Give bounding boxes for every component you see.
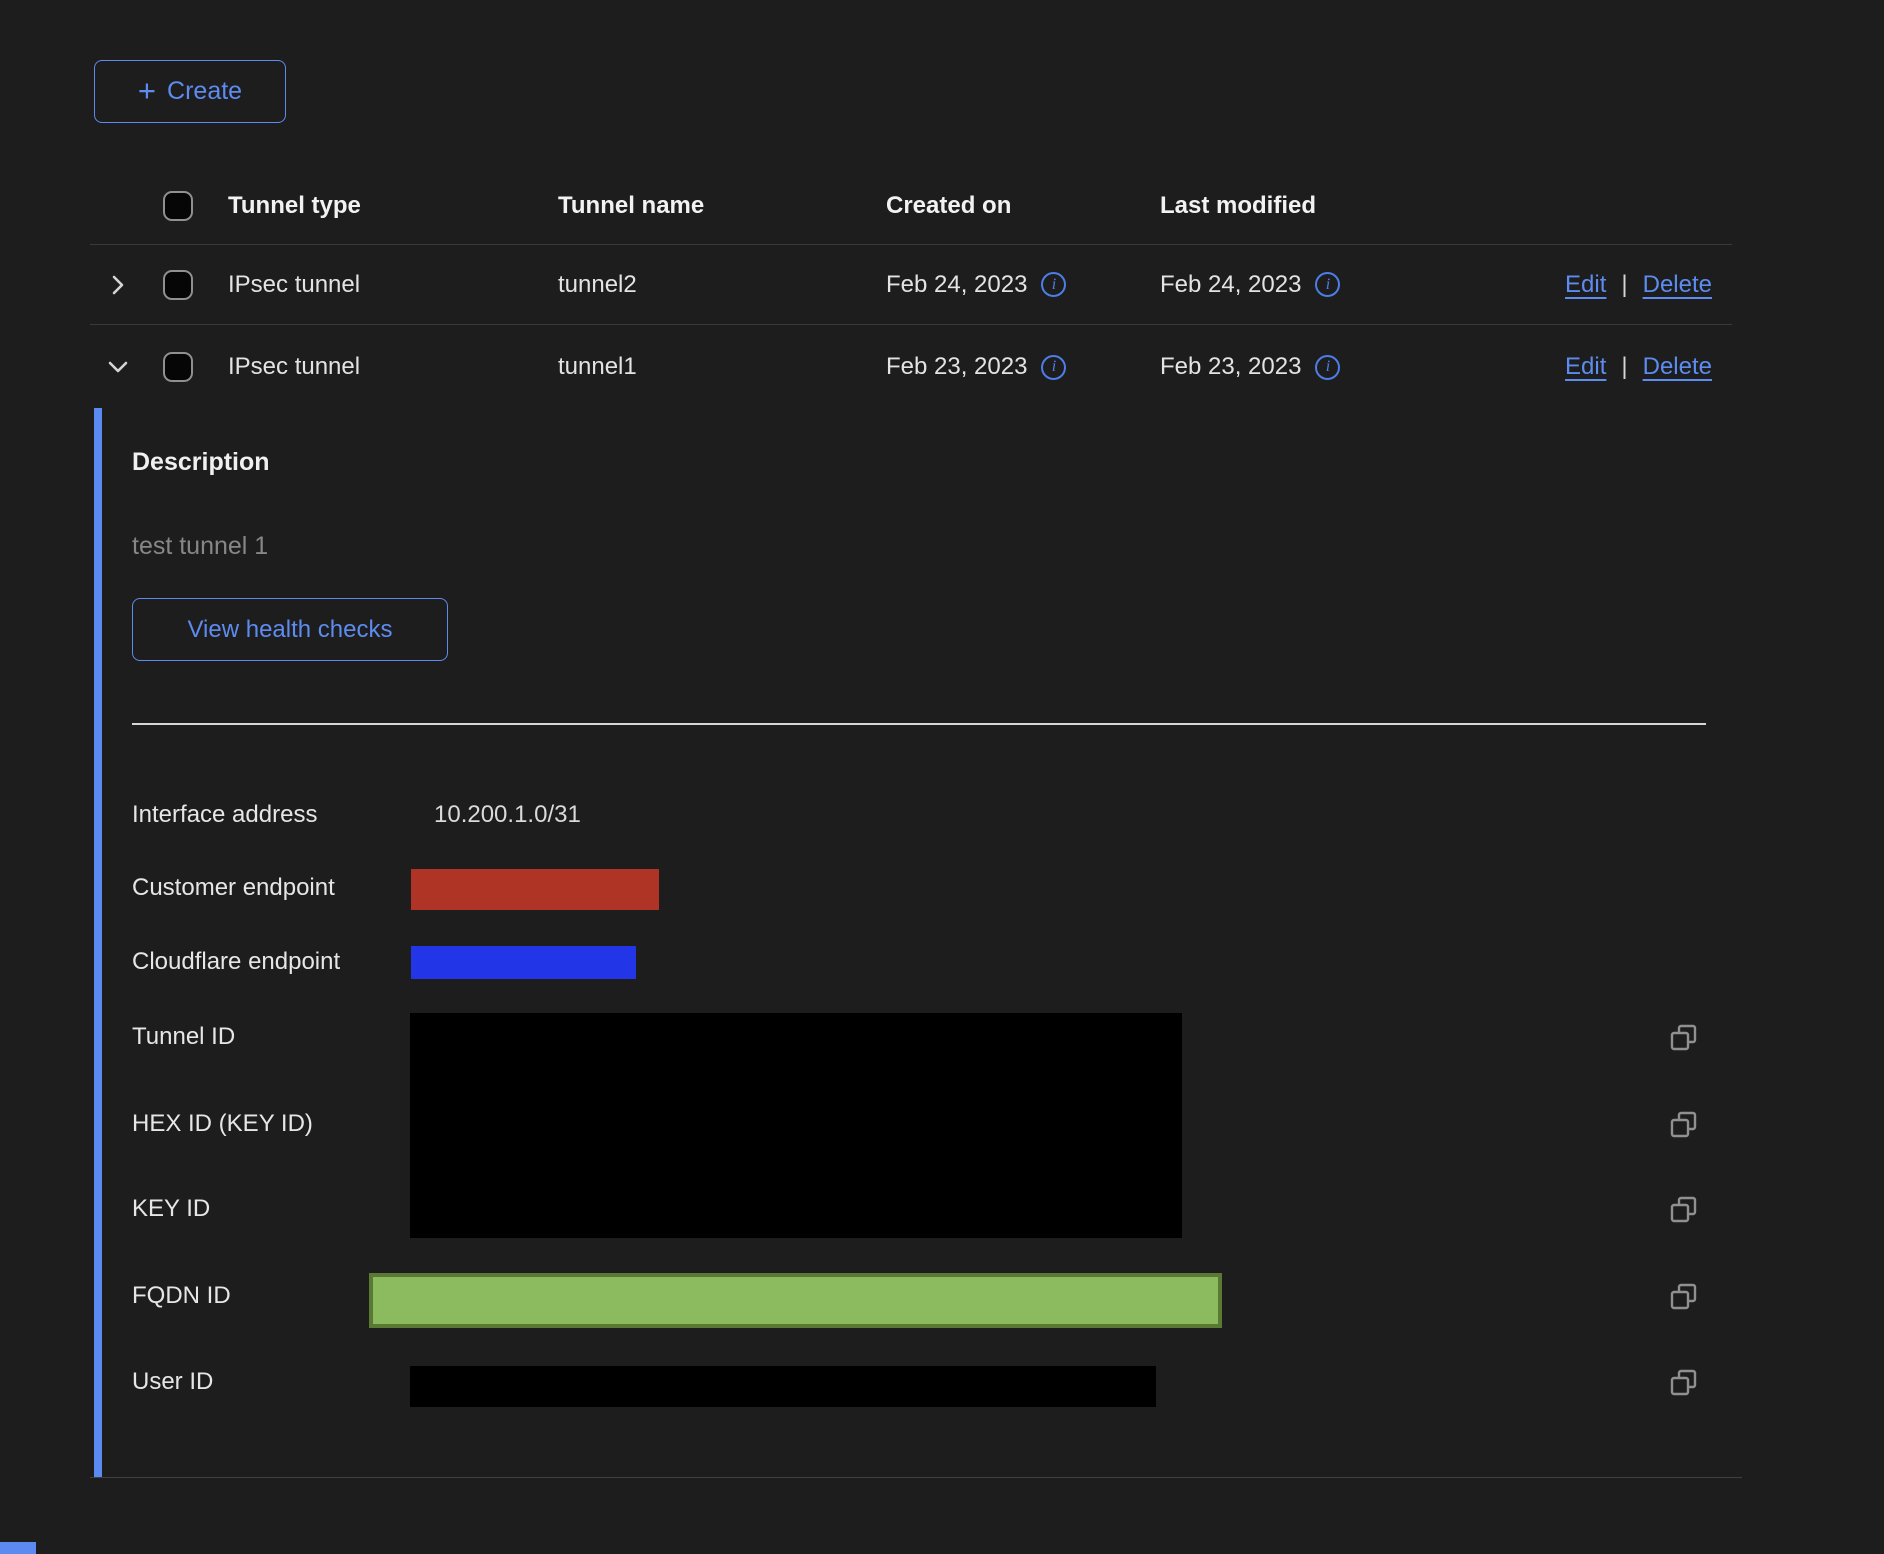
header-last-modified: Last modified (1160, 192, 1316, 220)
copy-icon (1669, 1110, 1699, 1140)
fqdn-id-label: FQDN ID (132, 1282, 231, 1310)
info-icon[interactable]: i (1041, 272, 1066, 297)
hex-id-label: HEX ID (KEY ID) (132, 1110, 313, 1138)
interface-address-label: Interface address (132, 801, 317, 829)
created-on-cell: Feb 24, 2023 i (886, 271, 1066, 299)
info-icon[interactable]: i (1041, 355, 1066, 380)
created-on-date: Feb 23, 2023 (886, 353, 1027, 381)
tunnel1-expanded-panel: Description test tunnel 1 View health ch… (90, 408, 1742, 1478)
key-id-label: KEY ID (132, 1195, 210, 1223)
create-button[interactable]: + Create (94, 60, 286, 123)
fqdn-id-redacted-value (369, 1273, 1222, 1328)
row-checkbox[interactable] (163, 352, 193, 382)
table-row-tunnel2: IPsec tunnel tunnel2 Feb 24, 2023 i Feb … (90, 245, 1732, 325)
copy-icon (1669, 1195, 1699, 1225)
header-tunnel-name: Tunnel name (558, 192, 704, 220)
header-tunnel-type: Tunnel type (228, 192, 361, 220)
row-checkbox[interactable] (163, 270, 193, 300)
copy-fqdn-id-button[interactable] (1668, 1281, 1700, 1313)
expand-row-button[interactable] (103, 270, 133, 300)
last-modified-cell: Feb 23, 2023 i (1160, 353, 1340, 381)
interface-address-value: 10.200.1.0/31 (434, 801, 581, 829)
created-on-cell: Feb 23, 2023 i (886, 353, 1066, 381)
last-modified-date: Feb 23, 2023 (1160, 353, 1301, 381)
row-actions: Edit | Delete (1565, 353, 1712, 381)
description-value: test tunnel 1 (132, 532, 268, 561)
view-health-checks-button[interactable]: View health checks (132, 598, 448, 661)
created-on-date: Feb 24, 2023 (886, 271, 1027, 299)
tunnel-type-cell: IPsec tunnel (228, 271, 360, 299)
expanded-indicator-bar (94, 408, 102, 1477)
table-header-row: Tunnel type Tunnel name Created on Last … (90, 168, 1732, 245)
action-separator: | (1621, 353, 1627, 381)
chevron-down-icon (105, 354, 131, 380)
bottom-left-blue-element (0, 1542, 36, 1554)
copy-hex-id-button[interactable] (1668, 1109, 1700, 1141)
collapse-row-button[interactable] (103, 352, 133, 382)
edit-link[interactable]: Edit (1565, 271, 1606, 299)
copy-icon (1669, 1282, 1699, 1312)
copy-key-id-button[interactable] (1668, 1194, 1700, 1226)
create-button-label: Create (167, 77, 242, 106)
section-divider (132, 723, 1706, 725)
plus-icon: + (138, 75, 156, 106)
last-modified-date: Feb 24, 2023 (1160, 271, 1301, 299)
cloudflare-endpoint-label: Cloudflare endpoint (132, 948, 340, 976)
tunnel-type-cell: IPsec tunnel (228, 353, 360, 381)
copy-icon (1669, 1368, 1699, 1398)
description-label: Description (132, 448, 270, 477)
customer-endpoint-redacted-value (411, 869, 659, 910)
user-id-label: User ID (132, 1368, 213, 1396)
ids-redacted-value-block (410, 1013, 1182, 1238)
tunnel-name-cell: tunnel1 (558, 353, 637, 381)
action-separator: | (1621, 271, 1627, 299)
tunnel-id-label: Tunnel ID (132, 1023, 235, 1051)
customer-endpoint-label: Customer endpoint (132, 874, 335, 902)
cloudflare-endpoint-redacted-value (411, 946, 636, 979)
info-icon[interactable]: i (1315, 355, 1340, 380)
delete-link[interactable]: Delete (1643, 353, 1712, 381)
copy-user-id-button[interactable] (1668, 1367, 1700, 1399)
row-actions: Edit | Delete (1565, 271, 1712, 299)
copy-icon (1669, 1023, 1699, 1053)
user-id-redacted-value (410, 1366, 1156, 1407)
edit-link[interactable]: Edit (1565, 353, 1606, 381)
info-icon[interactable]: i (1315, 272, 1340, 297)
chevron-right-icon (105, 272, 131, 298)
table-row-tunnel1: IPsec tunnel tunnel1 Feb 23, 2023 i Feb … (90, 325, 1732, 409)
last-modified-cell: Feb 24, 2023 i (1160, 271, 1340, 299)
delete-link[interactable]: Delete (1643, 271, 1712, 299)
select-all-checkbox[interactable] (163, 191, 193, 221)
header-created-on: Created on (886, 192, 1011, 220)
tunnel-name-cell: tunnel2 (558, 271, 637, 299)
copy-tunnel-id-button[interactable] (1668, 1022, 1700, 1054)
